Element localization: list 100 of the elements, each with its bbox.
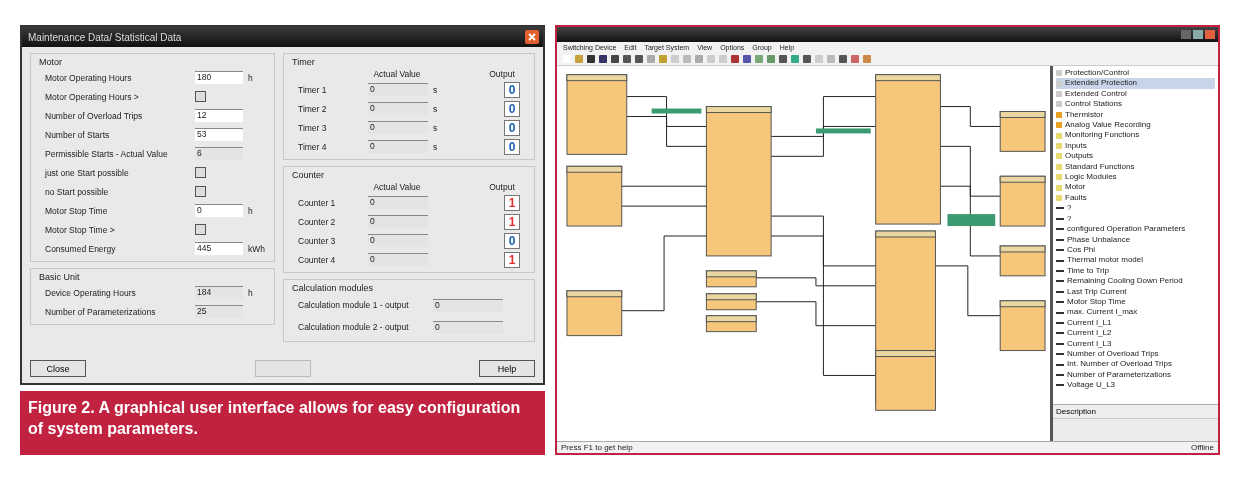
node-icon	[1056, 91, 1062, 97]
node-icon	[1056, 70, 1062, 77]
checkbox[interactable]	[195, 186, 206, 197]
figure-caption: Figure 2. A graphical user interface allows for easy configuration of system parameters.	[20, 391, 545, 455]
status-text: Press F1 to get help	[561, 443, 633, 452]
group-title: Calculation modules	[292, 283, 375, 293]
unit-label: s	[433, 141, 438, 152]
row-label: Calculation module 1 - output	[297, 300, 410, 310]
row-label: Counter 3	[297, 235, 337, 246]
value-field: 0	[368, 253, 428, 266]
tree-item[interactable]: Control Stations	[1056, 99, 1215, 110]
checkbox[interactable]	[195, 224, 206, 235]
node-icon	[1056, 122, 1062, 129]
tree-item[interactable]: Inputs	[1056, 140, 1215, 152]
tree-item[interactable]: Number of Overload Trips	[1056, 348, 1215, 360]
tree-item[interactable]: Cos Phi	[1056, 244, 1215, 256]
value-field[interactable]: 0	[195, 204, 243, 217]
value-field: 0	[368, 196, 428, 209]
tree-item[interactable]: Current I_L2	[1056, 328, 1215, 339]
tree-item[interactable]: Standard Functions	[1056, 161, 1215, 173]
tree-item[interactable]: Int. Number of Overload Trips	[1056, 359, 1215, 370]
tree-item[interactable]: Faults	[1056, 192, 1215, 204]
tree-item[interactable]: Voltage U_L3	[1056, 380, 1215, 391]
tree-item[interactable]: Thermistor	[1056, 109, 1215, 121]
tree-item[interactable]: Logic Modules	[1056, 172, 1215, 183]
output-indicator: 0	[504, 138, 520, 155]
column-heading: Actual Value	[372, 182, 422, 192]
tree-item[interactable]: Remaining Cooling Down Period	[1056, 276, 1215, 287]
minimize-icon[interactable]	[1181, 30, 1191, 39]
node-icon	[1056, 153, 1062, 160]
window-title: Maintenance Data/ Statistical Data	[28, 31, 182, 43]
value-field[interactable]: 53	[195, 128, 243, 141]
panel-title: Description	[1053, 404, 1218, 418]
checkbox-label: just one Start possible	[44, 167, 130, 178]
tree-item[interactable]: Analog Value Recording	[1056, 120, 1215, 131]
dialog-button[interactable]: Help	[479, 360, 535, 377]
tree-item[interactable]: Phase Unbalance	[1056, 234, 1215, 245]
tree-item[interactable]: Motor Stop Time	[1056, 296, 1215, 308]
tree-item[interactable]: Outputs	[1056, 151, 1215, 162]
node-icon	[1056, 163, 1062, 170]
node-icon	[1056, 80, 1062, 87]
value-field: 0	[433, 298, 503, 312]
output-indicator: 1	[504, 194, 520, 211]
unit-label: s	[433, 103, 438, 114]
output-indicator: 0	[504, 119, 520, 136]
tree-item[interactable]: Current I_L3	[1056, 338, 1215, 349]
value-field: 0	[368, 121, 428, 134]
column-heading: Output	[488, 182, 516, 192]
tree-item[interactable]: Time to Trip	[1056, 265, 1215, 277]
node-icon	[1056, 195, 1062, 202]
value-field: 0	[368, 234, 428, 247]
checkbox-label: Motor Stop Time >	[44, 224, 116, 235]
maximize-icon[interactable]	[1193, 30, 1203, 39]
tree-item[interactable]: Current I_L1	[1056, 317, 1215, 329]
value-field: 0	[368, 83, 428, 96]
row-label: Timer 2	[297, 103, 328, 114]
output-indicator: 1	[504, 213, 520, 230]
unit-label: h	[248, 287, 253, 298]
output-indicator: 1	[504, 251, 520, 268]
field-label: Number of Parameterizations	[44, 306, 157, 317]
group-title: Motor	[39, 57, 63, 67]
tree-item[interactable]: Extended Protection	[1056, 78, 1215, 89]
value-field[interactable]: 180	[195, 71, 243, 84]
tree-item[interactable]: Monitoring Functions	[1056, 130, 1215, 141]
tree-item[interactable]: max. Current I_max	[1056, 307, 1215, 318]
status-text: Offline	[1191, 443, 1214, 452]
value-field: 0	[368, 140, 428, 153]
field-label: Consumed Energy	[44, 243, 117, 254]
tree-item[interactable]: Extended Control	[1056, 88, 1215, 100]
field-label: Number of Overload Trips	[44, 110, 144, 121]
row-label: Timer 4	[297, 141, 328, 152]
row-label: Timer 1	[297, 84, 328, 95]
tree-item[interactable]: Thermal motor model	[1056, 255, 1215, 266]
tree-item[interactable]: Last Trip Current	[1056, 286, 1215, 297]
tree-item[interactable]: ?	[1056, 213, 1215, 225]
tree-item[interactable]: Number of Parameterizations	[1056, 369, 1215, 381]
value-field[interactable]: 12	[195, 109, 243, 122]
node-icon	[1056, 184, 1062, 191]
column-heading: Output	[488, 69, 516, 79]
value-field[interactable]: 184	[195, 286, 243, 299]
close-icon[interactable]	[525, 30, 539, 44]
checkbox[interactable]	[195, 91, 206, 102]
value-field[interactable]: 25	[195, 305, 243, 318]
group-title: Counter	[292, 170, 326, 180]
node-icon	[1056, 143, 1062, 150]
group-title: Timer	[292, 57, 316, 67]
checkbox-label: no Start possible	[44, 186, 110, 197]
checkbox[interactable]	[195, 167, 206, 178]
group-title: Basic Unit	[39, 272, 81, 282]
tree-item[interactable]: configured Operation Parameters	[1056, 224, 1215, 235]
dialog-button[interactable]: Close	[30, 360, 86, 377]
field-label: Permissible Starts - Actual Value	[44, 148, 169, 159]
tree-item[interactable]: Motor	[1056, 182, 1215, 193]
node-icon	[1056, 101, 1062, 108]
tree-item[interactable]: ?	[1056, 203, 1215, 214]
tree-item[interactable]: Protection/Control	[1056, 68, 1215, 79]
value-field[interactable]: 6	[195, 147, 243, 160]
row-label: Counter 1	[297, 197, 337, 208]
row-label: Calculation module 2 - output	[297, 322, 410, 332]
value-field[interactable]: 445	[195, 242, 243, 255]
